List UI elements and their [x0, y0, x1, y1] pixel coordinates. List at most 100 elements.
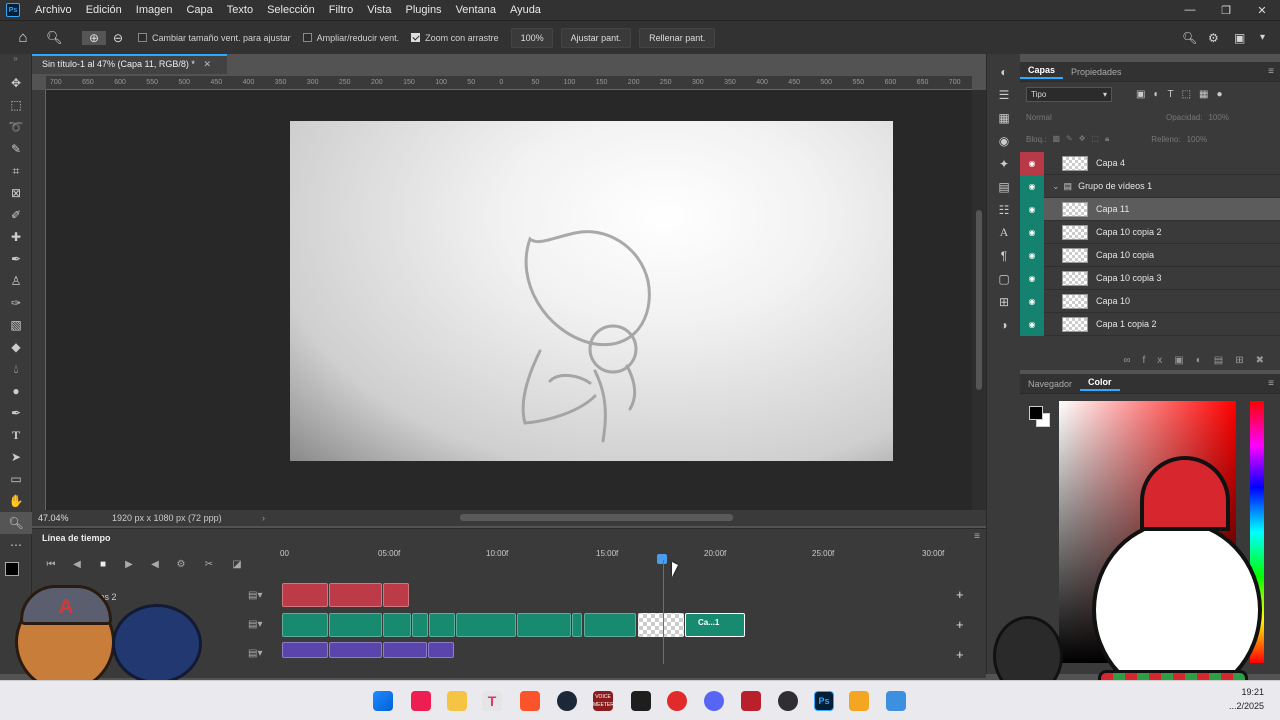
- menu-vista[interactable]: Vista: [360, 4, 398, 16]
- menu-texto[interactable]: Texto: [220, 4, 260, 16]
- channels-icon[interactable]: ◑: [987, 313, 1021, 336]
- comments-icon[interactable]: ▤: [987, 175, 1021, 198]
- red-app-icon[interactable]: [667, 691, 687, 711]
- chevron-down-icon[interactable]: ▾: [1260, 32, 1280, 43]
- layer-row[interactable]: ◉ Capa 10 copia 3: [1020, 266, 1280, 290]
- swatches-icon[interactable]: ▦: [987, 106, 1021, 129]
- first-frame-icon[interactable]: ⏮: [38, 559, 64, 570]
- layer-filter-select[interactable]: Tipo ▾: [1026, 86, 1112, 102]
- tab-layers[interactable]: Capas: [1020, 65, 1064, 79]
- eye-icon[interactable]: ◉: [1020, 174, 1044, 198]
- timeline-clip[interactable]: [282, 583, 328, 607]
- add-track-button[interactable]: +: [956, 617, 964, 632]
- add-track-button[interactable]: +: [956, 647, 964, 662]
- menu-imagen[interactable]: Imagen: [129, 4, 180, 16]
- foreground-swatch[interactable]: [1029, 406, 1043, 420]
- discord-icon[interactable]: [704, 691, 724, 711]
- tiktok-icon[interactable]: [411, 691, 431, 711]
- layer-row[interactable]: ◉ Capa 10 copia 2: [1020, 220, 1280, 244]
- scrubby-zoom-checkbox[interactable]: Zoom con arrastre: [411, 33, 499, 43]
- panel-menu-icon[interactable]: ≡: [974, 531, 980, 542]
- adjustments-icon[interactable]: ☰: [987, 83, 1021, 106]
- timeline-clip[interactable]: [383, 642, 427, 658]
- styles-icon[interactable]: ◉: [987, 129, 1021, 152]
- time-ruler[interactable]: 00 05:00f 10:00f 15:00f 20:00f 25:00f 30…: [280, 549, 980, 563]
- tab-color[interactable]: Color: [1080, 377, 1120, 391]
- quick-select-tool-icon[interactable]: ✎: [0, 138, 32, 160]
- tab-navigator[interactable]: Navegador: [1020, 379, 1080, 389]
- character-icon[interactable]: A: [987, 221, 1021, 244]
- layer-row[interactable]: ◉ Capa 11: [1020, 197, 1280, 221]
- search-icon[interactable]: 🔍︎: [1182, 31, 1208, 45]
- layer-row[interactable]: ◉ Capa 4: [1020, 151, 1280, 175]
- timeline-clip[interactable]: [412, 613, 428, 637]
- layer-filter-icons[interactable]: ▣◐T⬚▦●: [1136, 89, 1231, 100]
- hand-tool-icon[interactable]: ✋: [0, 490, 32, 512]
- transition-icon[interactable]: ◪: [224, 559, 250, 570]
- timeline-clip[interactable]: [517, 613, 571, 637]
- blend-mode-select[interactable]: Normal: [1026, 113, 1146, 122]
- close-icon[interactable]: ✕: [1244, 4, 1280, 17]
- split-scissors-icon[interactable]: ✂: [194, 559, 224, 570]
- eye-icon[interactable]: ◉: [1020, 220, 1044, 244]
- film-icon[interactable]: ▤▾: [248, 619, 262, 630]
- timeline-clip[interactable]: [383, 583, 409, 607]
- eye-icon[interactable]: ◉: [1020, 151, 1044, 175]
- layer-group-row[interactable]: ◉ ⌄ ▤ Grupo de vídeos 1: [1020, 174, 1280, 198]
- layer-row[interactable]: ◉ Capa 10: [1020, 289, 1280, 313]
- type-tool-icon[interactable]: T: [0, 424, 32, 446]
- layer-row[interactable]: ◉ Capa 10 copia: [1020, 243, 1280, 267]
- prev-frame-icon[interactable]: ◀: [64, 559, 90, 570]
- menu-seleccion[interactable]: Selección: [260, 4, 322, 16]
- eye-icon[interactable]: ◉: [1020, 266, 1044, 290]
- gradient-icon[interactable]: ▢: [987, 267, 1021, 290]
- eyedropper-tool-icon[interactable]: ✐: [0, 204, 32, 226]
- move-tool-icon[interactable]: ✥: [0, 72, 32, 94]
- layer-row[interactable]: ◉ Capa 1 copia 2: [1020, 312, 1280, 336]
- menu-plugins[interactable]: Plugins: [398, 4, 448, 16]
- history-brush-icon[interactable]: ✑: [0, 292, 32, 314]
- timeline-clip[interactable]: [429, 613, 455, 637]
- fill-value[interactable]: 100%: [1187, 135, 1207, 144]
- blur-tool-icon[interactable]: 💧︎: [0, 358, 32, 380]
- marquee-tool-icon[interactable]: ⬚: [0, 94, 32, 116]
- restore-icon[interactable]: ❐: [1208, 4, 1244, 17]
- lock-icons[interactable]: ▩✎✥⬚🔒︎: [1052, 134, 1115, 144]
- timeline-clip[interactable]: [572, 613, 582, 637]
- steam-icon[interactable]: [557, 691, 577, 711]
- obs-icon[interactable]: [778, 691, 798, 711]
- brush-tool-icon[interactable]: ✒: [0, 248, 32, 270]
- vertical-scroll-thumb[interactable]: [976, 210, 982, 390]
- zoom-value-field[interactable]: 100%: [510, 27, 553, 48]
- paragraph-icon[interactable]: ¶: [987, 244, 1021, 267]
- horizontal-scroll-thumb[interactable]: [460, 514, 733, 521]
- zoom-all-checkbox[interactable]: Ampliar/reducir vent.: [302, 33, 399, 43]
- panel-menu-icon[interactable]: ≡: [1268, 66, 1280, 77]
- panel-menu-icon[interactable]: ≡: [1268, 378, 1280, 389]
- stop-icon[interactable]: ■: [90, 559, 116, 570]
- color-swatches[interactable]: [0, 556, 31, 586]
- status-chevron-icon[interactable]: ›: [262, 513, 265, 523]
- notepad-icon[interactable]: [886, 691, 906, 711]
- timeline-clip[interactable]: [329, 583, 382, 607]
- menu-ayuda[interactable]: Ayuda: [503, 4, 548, 16]
- minimize-icon[interactable]: —: [1172, 4, 1208, 16]
- zoom-readout[interactable]: 47.04%: [32, 513, 112, 523]
- zoom-out-icon[interactable]: ⊖: [106, 31, 130, 45]
- add-track-button[interactable]: +: [956, 587, 964, 602]
- clock-date[interactable]: ...2/2025: [1222, 701, 1264, 711]
- zoom-tool-active-icon[interactable]: 🔍︎: [0, 512, 32, 534]
- clock-time[interactable]: 19:21: [1230, 687, 1264, 697]
- timeline-clip[interactable]: [329, 613, 382, 637]
- stamp-tool-icon[interactable]: ♙: [0, 270, 32, 292]
- windows-start-icon[interactable]: [373, 691, 393, 711]
- timeline-clip[interactable]: [282, 642, 328, 658]
- workspace-icon[interactable]: ▣: [1234, 31, 1260, 45]
- more-tools-icon[interactable]: ⋯: [0, 534, 32, 556]
- document-canvas[interactable]: [290, 121, 893, 461]
- fit-screen-button[interactable]: Ajustar pant.: [560, 27, 632, 48]
- film-icon[interactable]: ▤▾: [248, 648, 262, 659]
- close-tab-icon[interactable]: ✕: [203, 59, 211, 69]
- document-tab[interactable]: Sin título-1 al 47% (Capa 11, RGB/8) * ✕: [32, 54, 227, 74]
- film-icon[interactable]: ▤▾: [248, 590, 262, 601]
